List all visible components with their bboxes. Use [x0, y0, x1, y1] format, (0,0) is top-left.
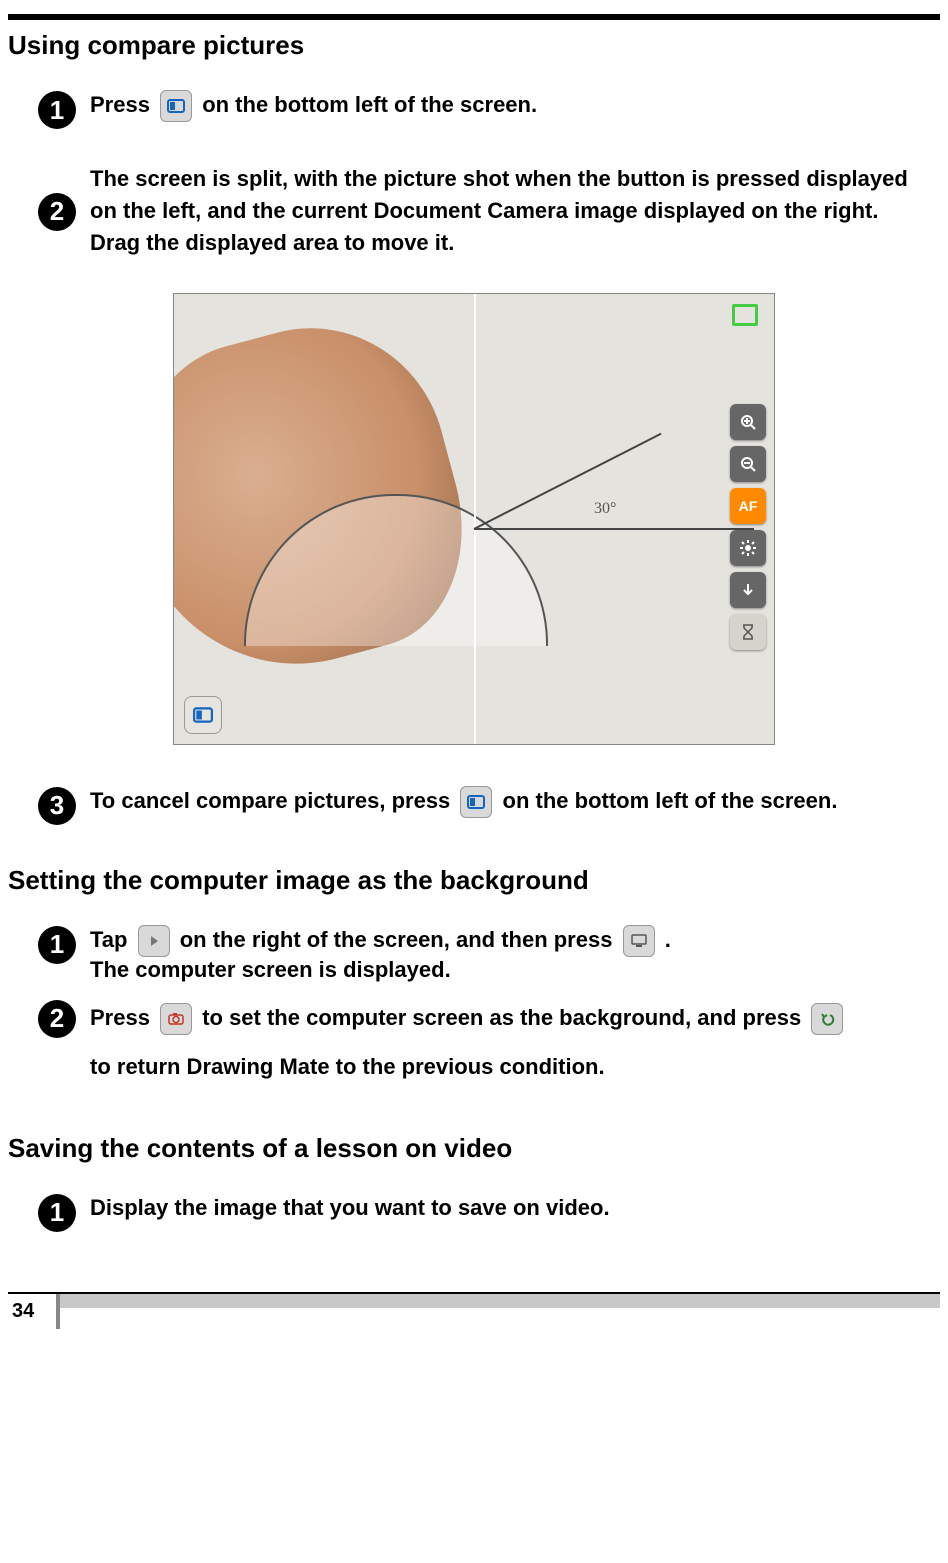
split-divider	[474, 294, 476, 744]
text: To cancel compare pictures, press	[90, 788, 456, 813]
compare-step-2: 2 The screen is split, with the picture …	[38, 163, 940, 259]
text: Press	[90, 1005, 156, 1030]
zoom-in-icon[interactable]	[730, 404, 766, 440]
step-number-icon: 1	[38, 926, 76, 964]
status-indicator-icon	[732, 304, 758, 326]
step-number-icon: 2	[38, 1000, 76, 1038]
compare-step-3: 3 To cancel compare pictures, press on t…	[38, 785, 940, 825]
lead-text: The computer screen is displayed.	[90, 954, 934, 986]
step-body: Display the image that you want to save …	[90, 1192, 940, 1224]
arrow-down-icon[interactable]	[730, 572, 766, 608]
step-number-icon: 3	[38, 787, 76, 825]
page-footer: 34	[8, 1292, 940, 1329]
arrow-tab-icon	[138, 925, 170, 957]
right-pane	[474, 294, 774, 744]
compare-step-1: 1 Press on the bottom left of the screen…	[38, 89, 940, 129]
text: on the bottom left of the screen.	[503, 788, 838, 813]
text: .	[665, 927, 671, 952]
footer-bar	[60, 1294, 940, 1308]
angle-label: 30°	[594, 500, 616, 518]
text: to set the computer screen as the backgr…	[202, 1005, 807, 1030]
text: on the bottom left of the screen.	[202, 92, 537, 117]
step-number-icon: 1	[38, 1194, 76, 1232]
heading-video: Saving the contents of a lesson on video	[8, 1133, 940, 1164]
brightness-icon[interactable]	[730, 530, 766, 566]
top-rule	[8, 14, 940, 20]
tail-text: to return Drawing Mate to the previous c…	[90, 1051, 934, 1083]
heading-compare: Using compare pictures	[8, 30, 940, 61]
page-number: 34	[8, 1294, 60, 1329]
compare-split-icon	[460, 786, 492, 818]
step-body: The computer screen is displayed. Press …	[90, 998, 940, 1083]
autofocus-icon[interactable]: AF	[730, 488, 766, 524]
camera-capture-icon	[160, 1003, 192, 1035]
computer-icon	[623, 925, 655, 957]
background-step-2: 2 The computer screen is displayed. Pres…	[38, 998, 940, 1083]
step-body: Press on the bottom left of the screen.	[90, 89, 940, 122]
compare-split-icon	[160, 90, 192, 122]
video-step-1: 1 Display the image that you want to sav…	[38, 1192, 940, 1232]
step-body: To cancel compare pictures, press on the…	[90, 785, 940, 818]
text: Press	[90, 92, 156, 117]
text: Tap	[90, 927, 134, 952]
step-number-icon: 2	[38, 193, 76, 231]
compare-toggle-button[interactable]	[184, 696, 222, 734]
heading-background: Setting the computer image as the backgr…	[8, 865, 940, 896]
baseline	[474, 528, 754, 530]
timer-icon[interactable]	[730, 614, 766, 650]
camera-toolbar: AF	[730, 404, 766, 650]
return-icon	[811, 1003, 843, 1035]
text: on the right of the screen, and then pre…	[180, 927, 619, 952]
step-body: Tap on the right of the screen, and then…	[90, 924, 940, 957]
zoom-out-icon[interactable]	[730, 446, 766, 482]
compare-screenshot: 30° AF	[173, 293, 775, 745]
step-body: The screen is split, with the picture sh…	[90, 163, 940, 259]
step-number-icon: 1	[38, 91, 76, 129]
